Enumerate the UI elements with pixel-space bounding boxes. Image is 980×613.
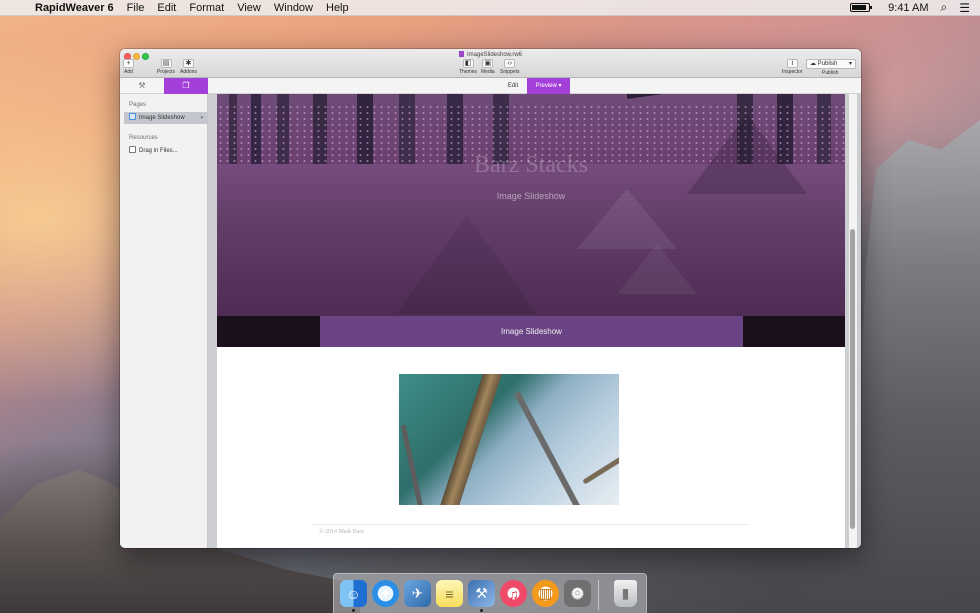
chevron-down-icon: ▾ — [558, 83, 562, 89]
add-button[interactable]: + Add — [123, 59, 134, 75]
themes-icon: ◧ — [462, 59, 474, 68]
snippets-label: Snippets — [500, 69, 520, 75]
rapidweaver-window: ImageSlideshow.rw6 + Add ▤ Projects ✱ Ad… — [120, 49, 861, 548]
publish-label: Publish — [822, 70, 839, 76]
publish-button[interactable]: ☁ Publish ▾ — [806, 59, 856, 69]
trash-icon[interactable]: ▮ — [614, 580, 637, 607]
file-drop-icon — [129, 146, 136, 153]
xcode-icon[interactable]: ⚒ — [468, 580, 495, 607]
media-button[interactable]: ▣ Media — [481, 59, 495, 75]
page-item-label: Image Slideshow — [139, 115, 185, 121]
tab-tools[interactable]: ⚒ — [120, 78, 164, 94]
document-icon — [458, 51, 464, 57]
inspector-button[interactable]: i Inspector — [782, 59, 803, 75]
plus-icon: + — [123, 59, 134, 68]
tab-preview[interactable]: Preview ▾ — [527, 78, 570, 94]
battery-icon[interactable] — [850, 3, 873, 12]
hero-triangle-decoration — [397, 214, 537, 314]
resources-section-header: Resources — [129, 135, 158, 141]
dock-separator — [598, 580, 599, 610]
menu-file[interactable]: File — [127, 2, 145, 14]
pages-icon: ❐ — [182, 81, 190, 90]
dock: ☺ ✦ ✈ ≡ ⚒ ♫ ▥ ⚙ ▮ — [333, 573, 647, 613]
rail-shape — [400, 424, 427, 505]
themes-button[interactable]: ◧ Themes — [459, 59, 477, 75]
info-icon: i — [786, 59, 798, 68]
chevron-down-icon: ▾ — [848, 61, 852, 67]
preview-tab-label: Preview — [535, 83, 557, 89]
site-navbar: Image Slideshow — [217, 316, 845, 347]
hero-triangle-decoration — [617, 244, 697, 294]
rail-shape — [582, 448, 619, 485]
media-icon: ▣ — [482, 59, 494, 68]
notification-center-icon[interactable]: ☰ — [959, 1, 970, 15]
menu-view[interactable]: View — [237, 2, 261, 14]
itunes-icon[interactable]: ♫ — [500, 580, 527, 607]
snippets-icon: ‹› — [504, 59, 516, 68]
sidebar-item-image-slideshow[interactable]: Image Slideshow ▾ — [124, 112, 208, 124]
menu-clock[interactable]: 9:41 AM — [888, 2, 928, 14]
media-label: Media — [481, 69, 495, 75]
running-indicator — [352, 609, 355, 612]
notes-icon[interactable]: ≡ — [436, 580, 463, 607]
hero-banner: Barz Stacks Image Slideshow — [217, 94, 845, 316]
footer-copyright: © 2014 Maik Barz — [319, 529, 365, 535]
safari-icon[interactable]: ✦ — [372, 580, 399, 607]
add-label: Add — [124, 69, 133, 75]
preview-pane: Barz Stacks Image Slideshow Image Slides… — [208, 94, 861, 548]
pages-section-header: Pages — [129, 102, 147, 108]
tab-edit[interactable]: Edit — [499, 78, 527, 94]
website-preview: Barz Stacks Image Slideshow Image Slides… — [217, 94, 845, 548]
addons-button[interactable]: ✱ Addons — [180, 59, 197, 75]
publish-cloud-icon: ☁ — [810, 61, 816, 67]
addons-icon: ✱ — [182, 59, 194, 68]
preview-icon[interactable]: ✈ — [404, 580, 431, 607]
system-preferences-icon[interactable]: ⚙ — [564, 580, 591, 607]
menu-bar: RapidWeaver 6 File Edit Format View Wind… — [0, 0, 980, 16]
preview-scrollbar[interactable] — [849, 94, 857, 548]
resource-item-label: Drag in Files... — [139, 148, 178, 154]
window-titlebar: ImageSlideshow.rw6 + Add ▤ Projects ✱ Ad… — [120, 49, 861, 78]
spotlight-search-icon[interactable]: ⌕ — [941, 0, 948, 15]
scrollbar-thumb[interactable] — [850, 229, 855, 529]
menu-window[interactable]: Window — [274, 2, 313, 14]
wrench-icon: ⚒ — [138, 81, 146, 90]
footer-divider — [313, 524, 749, 525]
themes-label: Themes — [459, 69, 478, 75]
sidebar-item-drag-files[interactable]: Drag in Files... — [124, 145, 208, 157]
page-icon — [129, 113, 136, 120]
sidebar: Pages Image Slideshow ▾ Resources Drag i… — [120, 94, 208, 548]
nav-tab-image-slideshow[interactable]: Image Slideshow — [320, 316, 743, 347]
view-tab-bar: ⚒ ❐ Edit Preview ▾ — [120, 78, 861, 94]
projects-button[interactable]: ▤ Projects — [157, 59, 175, 75]
tab-pages[interactable]: ❐ — [164, 78, 208, 94]
menu-app-name[interactable]: RapidWeaver 6 — [35, 2, 114, 14]
document-title: ImageSlideshow.rw6 — [120, 51, 861, 58]
publish-button-text: Publish — [817, 61, 838, 67]
finder-icon[interactable]: ☺ — [340, 580, 367, 607]
running-indicator — [480, 609, 483, 612]
menu-format[interactable]: Format — [189, 2, 224, 14]
inspector-label: Inspector — [782, 69, 803, 75]
ibooks-icon[interactable]: ▥ — [532, 580, 559, 607]
hero-subtitle: Image Slideshow — [496, 191, 566, 201]
slideshow-image[interactable] — [399, 374, 619, 505]
rail-shape — [514, 391, 590, 505]
addons-label: Addons — [180, 69, 197, 75]
hero-title: Barz Stacks — [474, 152, 588, 178]
chevron-down-icon[interactable]: ▾ — [200, 112, 203, 124]
menu-help[interactable]: Help — [326, 2, 349, 14]
document-title-text: ImageSlideshow.rw6 — [466, 52, 523, 58]
snippets-button[interactable]: ‹› Snippets — [500, 59, 519, 75]
projects-label: Projects — [157, 69, 176, 75]
rail-shape — [433, 374, 503, 505]
projects-icon: ▤ — [160, 59, 172, 68]
menu-edit[interactable]: Edit — [157, 2, 176, 14]
